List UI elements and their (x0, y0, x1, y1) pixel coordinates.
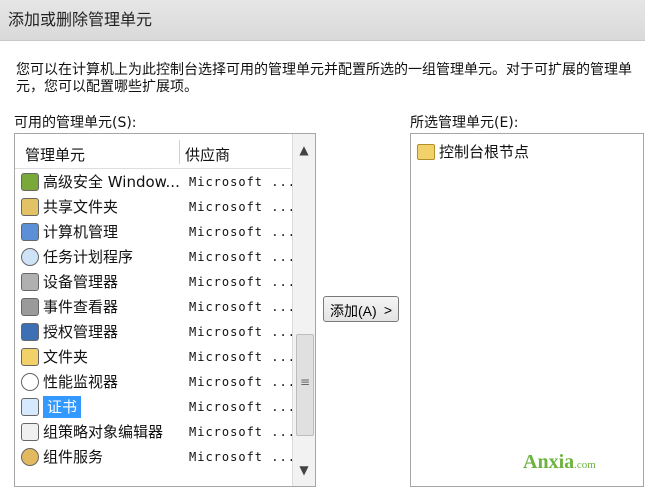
row-name: 高级安全 Window... (43, 173, 180, 191)
table-row[interactable]: 事件查看器 Microsoft ... (15, 295, 295, 320)
row-name: 组策略对象编辑器 (43, 423, 164, 441)
row-name: 授权管理器 (43, 323, 119, 341)
watermark-text: Anxia (523, 451, 575, 473)
row-name: 共享文件夹 (43, 198, 119, 216)
row-vendor: Microsoft ... (189, 400, 296, 414)
row-vendor: Microsoft ... (189, 175, 296, 189)
chevron-right-icon: > (383, 302, 392, 318)
device-manager-icon (21, 273, 39, 291)
available-label: 可用的管理单元(S): (14, 115, 137, 131)
table-row[interactable]: 计算机管理 Microsoft ... (15, 220, 295, 245)
vertical-scrollbar[interactable]: ▲ ▼ (292, 134, 315, 486)
row-vendor: Microsoft ... (189, 425, 296, 439)
window-title: 添加或删除管理单元 (8, 10, 153, 29)
table-row[interactable]: 组策略对象编辑器 Microsoft ... (15, 420, 295, 445)
component-services-icon (21, 448, 39, 466)
table-row[interactable]: 共享文件夹 Microsoft ... (15, 195, 295, 220)
row-vendor: Microsoft ... (189, 275, 296, 289)
titlebar: 添加或删除管理单元 (0, 0, 645, 41)
watermark-domain: .com (574, 459, 596, 471)
row-vendor: Microsoft ... (189, 300, 296, 314)
list-header: 管理单元 供应商 (15, 134, 291, 169)
table-row[interactable]: 高级安全 Window... Microsoft ... (15, 170, 295, 195)
row-name: 任务计划程序 (43, 248, 134, 266)
row-vendor: Microsoft ... (189, 375, 296, 389)
header-divider (179, 140, 180, 164)
table-row[interactable]: 性能监视器 Microsoft ... (15, 370, 295, 395)
row-vendor: Microsoft ... (189, 350, 296, 364)
row-name: 计算机管理 (43, 223, 119, 241)
event-viewer-icon (21, 298, 39, 316)
row-name: 文件夹 (43, 348, 89, 366)
root-node-label: 控制台根节点 (439, 143, 530, 161)
scroll-down-icon[interactable]: ▼ (293, 460, 315, 480)
table-row[interactable]: 文件夹 Microsoft ... (15, 345, 295, 370)
row-name: 组件服务 (43, 448, 104, 466)
description-text: 您可以在计算机上为此控制台选择可用的管理单元并配置所选的一组管理单元。对于可扩展… (16, 62, 632, 95)
table-row[interactable]: 组件服务 Microsoft ... (15, 445, 295, 470)
row-vendor: Microsoft ... (189, 250, 296, 264)
row-name: 设备管理器 (43, 273, 119, 291)
row-name: 性能监视器 (43, 373, 119, 391)
certificates-icon (21, 398, 39, 416)
watermark-logo: Anxia.com (523, 451, 596, 474)
selected-snapins-list[interactable]: 控制台根节点 (410, 133, 644, 487)
table-row[interactable]: 设备管理器 Microsoft ... (15, 270, 295, 295)
shield-firewall-icon (21, 173, 39, 191)
computer-management-icon (21, 223, 39, 241)
row-name: 事件查看器 (43, 298, 119, 316)
task-scheduler-icon (21, 248, 39, 266)
available-snapins-list[interactable]: 管理单元 供应商 高级安全 Window... Microsoft ... 共享… (14, 133, 316, 487)
col-snapin-header[interactable]: 管理单元 (25, 144, 85, 165)
row-vendor: Microsoft ... (189, 325, 296, 339)
group-policy-icon (21, 423, 39, 441)
performance-monitor-icon (21, 373, 39, 391)
scroll-up-icon[interactable]: ▲ (293, 140, 315, 160)
folder-icon (21, 348, 39, 366)
row-name: 证书 (43, 396, 82, 418)
rows-container: 高级安全 Window... Microsoft ... 共享文件夹 Micro… (15, 170, 295, 470)
table-row[interactable]: 授权管理器 Microsoft ... (15, 320, 295, 345)
folder-icon (417, 144, 435, 160)
shared-folder-icon (21, 198, 39, 216)
table-row[interactable]: 证书 Microsoft ... (15, 395, 295, 420)
row-vendor: Microsoft ... (189, 225, 296, 239)
col-vendor-header[interactable]: 供应商 (185, 144, 230, 165)
row-vendor: Microsoft ... (189, 200, 296, 214)
authorization-manager-icon (21, 323, 39, 341)
add-button-label: 添加(A) (330, 303, 377, 319)
row-vendor: Microsoft ... (189, 450, 296, 464)
table-row[interactable]: 任务计划程序 Microsoft ... (15, 245, 295, 270)
add-button[interactable]: 添加(A) > (323, 296, 399, 322)
selected-label: 所选管理单元(E): (410, 115, 519, 131)
scroll-thumb[interactable] (296, 334, 314, 436)
